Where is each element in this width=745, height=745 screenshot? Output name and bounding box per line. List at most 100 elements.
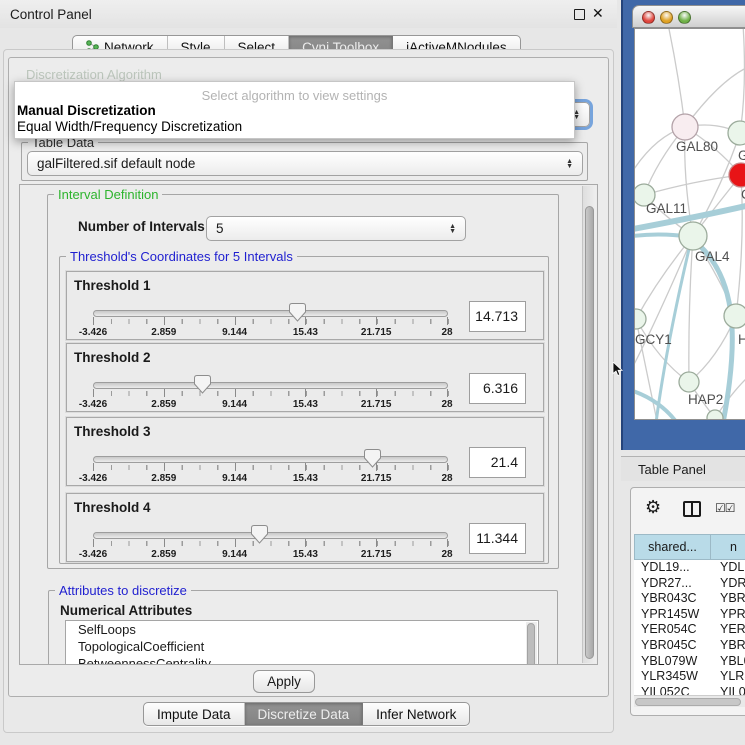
axis-tick-label: -3.426 bbox=[79, 473, 107, 484]
table-header-row: shared... n bbox=[634, 534, 745, 560]
threshold-panel: Threshold 1 -3.4262.8599.14415.4321.7152… bbox=[66, 271, 544, 340]
axis-tick-label: 21.715 bbox=[361, 473, 392, 484]
scrollbar-thumb[interactable] bbox=[527, 623, 535, 665]
threshold-label: Threshold 4 bbox=[74, 500, 151, 515]
checkbox-pair-icon[interactable]: ☑☑ bbox=[715, 501, 735, 515]
tab-label: Discretize Data bbox=[258, 707, 350, 722]
axis-tick-label: 2.859 bbox=[151, 327, 176, 338]
table-panel: ⚙ ☑☑ shared... n YDL19...YDL1YDR27...YDR… bbox=[630, 487, 745, 716]
axis-tick-label: 28 bbox=[441, 399, 452, 410]
float-window-icon[interactable] bbox=[574, 9, 585, 20]
cell-name: YBR0 bbox=[711, 638, 745, 654]
node-label: GAL80 bbox=[676, 139, 718, 154]
gray-edge bbox=[740, 29, 744, 133]
network-node-gal80[interactable] bbox=[672, 114, 698, 140]
slider-ticks bbox=[93, 319, 449, 324]
table-row[interactable]: YPR145WYPR1 bbox=[634, 607, 745, 623]
table-row[interactable]: YDR27...YDR2 bbox=[634, 576, 745, 592]
network-canvas[interactable]: GAL80GCGAL11GAL4GCY1HHAP2 bbox=[634, 28, 745, 420]
node-label: H bbox=[738, 332, 745, 347]
cell-name: YBL0 bbox=[711, 654, 745, 670]
table-data-combobox[interactable]: galFiltered.sif default node ▲▼ bbox=[27, 151, 583, 176]
network-window-titlebar[interactable] bbox=[632, 5, 745, 28]
scrollbar-thumb[interactable] bbox=[635, 698, 741, 706]
slider-ticks bbox=[93, 465, 449, 470]
cell-shared-name: YBR045C bbox=[634, 638, 711, 654]
threshold-panel: Threshold 4 -3.4262.8599.14415.4321.7152… bbox=[66, 493, 544, 562]
node-label: G bbox=[738, 148, 745, 163]
gear-icon[interactable]: ⚙ bbox=[645, 497, 661, 518]
table-row[interactable]: YDL19...YDL1 bbox=[634, 560, 745, 576]
network-node-gcy1[interactable] bbox=[635, 309, 646, 329]
node-label: GAL11 bbox=[646, 201, 687, 216]
table-data-value: galFiltered.sif default node bbox=[37, 156, 195, 171]
attribute-item[interactable]: SelfLoops bbox=[66, 621, 538, 638]
axis-tick-label: 15.43 bbox=[293, 549, 318, 560]
axis-tick-label: -3.426 bbox=[79, 327, 107, 338]
column-header-name[interactable]: n bbox=[711, 534, 745, 560]
table-row[interactable]: YER054CYER0 bbox=[634, 622, 745, 638]
threshold-value-field[interactable]: 6.316 bbox=[469, 373, 526, 404]
attribute-item[interactable]: TopologicalCoefficient bbox=[66, 638, 538, 655]
threshold-value-field[interactable]: 21.4 bbox=[469, 447, 526, 478]
slider-track[interactable] bbox=[93, 456, 448, 463]
panel-vertical-scrollbar[interactable] bbox=[582, 186, 596, 663]
threshold-label: Threshold 1 bbox=[74, 278, 151, 293]
table-row[interactable]: YBR045CYBR0 bbox=[634, 638, 745, 654]
interval-definition-group: Interval Definition Number of Intervals … bbox=[47, 194, 559, 569]
table-row[interactable]: YBR043CYBR0 bbox=[634, 591, 745, 607]
attribute-item[interactable]: BetweennessCentrality bbox=[66, 655, 538, 665]
network-node-gal4[interactable] bbox=[679, 222, 707, 250]
number-of-intervals-combobox[interactable]: 5 ▲▼ bbox=[206, 216, 466, 241]
split-columns-icon[interactable] bbox=[683, 501, 701, 517]
node-label: GAL4 bbox=[695, 249, 730, 264]
threshold-value-field[interactable]: 11.344 bbox=[469, 523, 526, 554]
network-node-h[interactable] bbox=[724, 304, 745, 328]
threshold-panel: Threshold 2 -3.4262.8599.14415.4321.7152… bbox=[66, 343, 544, 412]
axis-tick-label: 15.43 bbox=[293, 327, 318, 338]
zoom-traffic-light-icon[interactable] bbox=[678, 11, 691, 24]
gray-edge bbox=[689, 236, 693, 382]
network-view-window: GAL80GCGAL11GAL4GCY1HHAP2 bbox=[621, 0, 745, 450]
discretization-algorithm-group-label: Discretization Algorithm bbox=[26, 67, 162, 82]
axis-tick-label: 21.715 bbox=[361, 549, 392, 560]
algorithm-option-manual[interactable]: Manual Discretization bbox=[15, 103, 574, 119]
threshold-label: Threshold 3 bbox=[74, 424, 151, 439]
tab-impute-data[interactable]: Impute Data bbox=[144, 703, 245, 725]
close-icon[interactable]: ✕ bbox=[592, 5, 604, 22]
column-header-shared-name[interactable]: shared... bbox=[634, 534, 711, 560]
table-row[interactable]: YLR345WYLR3 bbox=[634, 669, 745, 685]
minimize-traffic-light-icon[interactable] bbox=[660, 11, 673, 24]
scrollbar-thumb[interactable] bbox=[585, 206, 594, 659]
table-row[interactable]: YBL079WYBL0 bbox=[634, 654, 745, 670]
slider-track[interactable] bbox=[93, 310, 448, 317]
tab-label: Impute Data bbox=[157, 707, 231, 722]
threshold-value-field[interactable]: 14.713 bbox=[469, 301, 526, 332]
node-label: HAP2 bbox=[688, 392, 723, 407]
axis-tick-label: 28 bbox=[441, 327, 452, 338]
cell-name: YDL1 bbox=[711, 560, 745, 576]
apply-button[interactable]: Apply bbox=[253, 670, 315, 693]
axis-tick-label: 2.859 bbox=[151, 399, 176, 410]
interval-definition-label: Interval Definition bbox=[54, 187, 162, 202]
network-graph: GAL80GCGAL11GAL4GCY1HHAP2 bbox=[635, 29, 745, 420]
network-node[interactable] bbox=[707, 410, 723, 420]
table-body: YDL19...YDL1YDR27...YDR2YBR043CYBR0YPR14… bbox=[634, 560, 745, 697]
node-label: C bbox=[741, 187, 745, 202]
tab-discretize-data[interactable]: Discretize Data bbox=[245, 703, 364, 725]
slider-track[interactable] bbox=[93, 382, 448, 389]
axis-tick-label: 9.144 bbox=[222, 327, 247, 338]
network-node-c[interactable] bbox=[729, 163, 745, 187]
network-node-g[interactable] bbox=[728, 121, 745, 145]
attributes-group: Attributes to discretize Numerical Attri… bbox=[48, 590, 558, 665]
table-horizontal-scrollbar[interactable] bbox=[634, 695, 745, 707]
table-panel-title: Table Panel bbox=[638, 462, 706, 477]
cell-name: YPR1 bbox=[711, 607, 745, 623]
slider-track[interactable] bbox=[93, 532, 448, 539]
cell-shared-name: YLR345W bbox=[634, 669, 711, 685]
tab-infer-network[interactable]: Infer Network bbox=[363, 703, 469, 725]
network-node-hap2[interactable] bbox=[679, 372, 699, 392]
algorithm-option-equal-width[interactable]: Equal Width/Frequency Discretization bbox=[15, 119, 574, 135]
attributes-scrollbar[interactable] bbox=[526, 622, 537, 665]
close-traffic-light-icon[interactable] bbox=[642, 11, 655, 24]
